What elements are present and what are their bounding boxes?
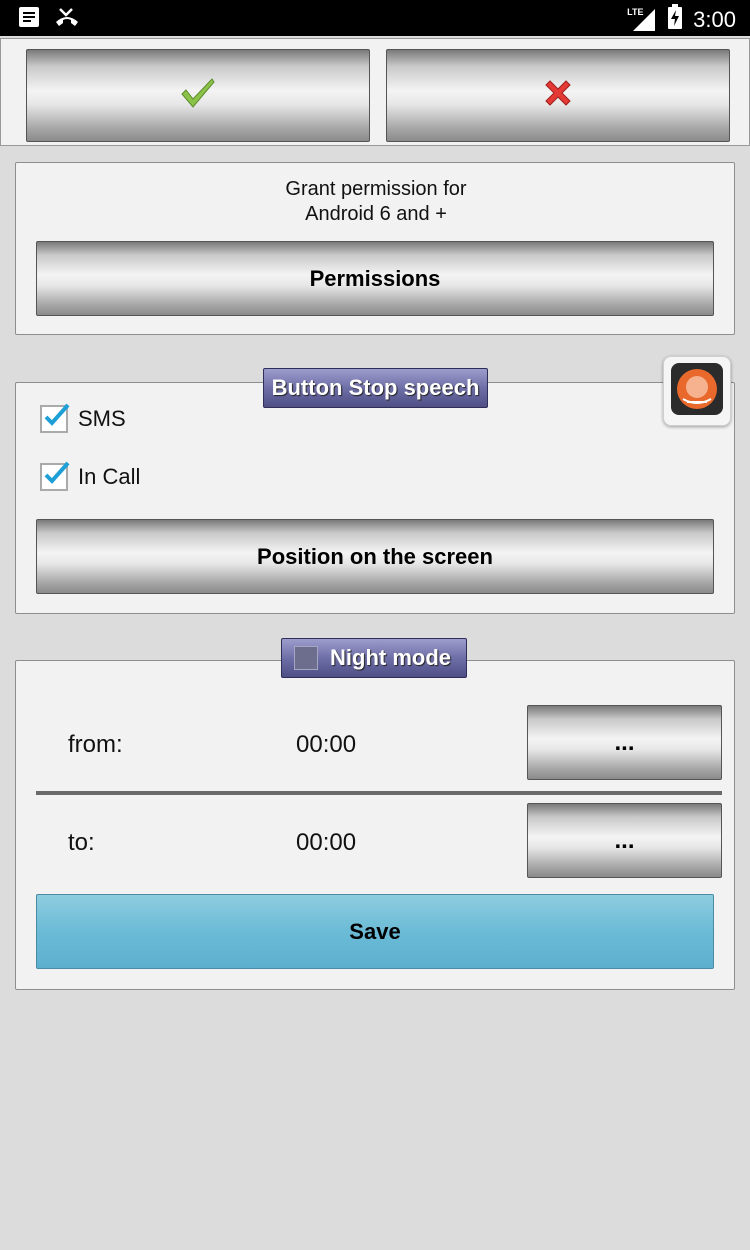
signal-icon: LTE <box>627 7 657 33</box>
network-type-label: LTE <box>627 6 644 17</box>
position-on-screen-button[interactable]: Position on the screen <box>36 519 714 594</box>
night-mode-label: Night mode <box>330 645 451 670</box>
action-bar <box>0 38 750 146</box>
to-time-value: 00:00 <box>296 829 357 856</box>
to-label: to: <box>68 829 95 856</box>
permissions-panel: Grant permission for Android 6 and + Per… <box>15 162 735 335</box>
night-mode-checkbox[interactable] <box>294 646 318 670</box>
in-call-checkbox-row[interactable]: In Call <box>40 461 141 491</box>
stop-speech-legend: Button Stop speech <box>263 368 488 408</box>
missed-call-icon <box>54 6 80 33</box>
cancel-button[interactable] <box>386 49 730 142</box>
divider <box>36 791 722 795</box>
stop-speech-floating-button[interactable] <box>663 356 731 426</box>
from-time-value: 00:00 <box>296 731 357 758</box>
from-label: from: <box>68 731 123 758</box>
grant-permission-text: Grant permission for Android 6 and + <box>16 177 736 227</box>
checkmark-icon <box>44 403 70 426</box>
grant-text-line2: Android 6 and + <box>305 203 447 225</box>
sms-checkbox[interactable] <box>40 403 70 433</box>
permissions-button[interactable]: Permissions <box>36 241 714 316</box>
stop-speech-panel: SMS In Call Position on the screen <box>15 382 735 614</box>
confirm-button[interactable] <box>26 49 370 142</box>
x-icon <box>542 77 574 115</box>
grant-text-line1: Grant permission for <box>285 178 467 200</box>
battery-charging-icon <box>667 4 683 35</box>
checkmark-icon <box>44 461 70 484</box>
sms-checkbox-row[interactable]: SMS <box>40 403 126 433</box>
checkmark-icon <box>180 77 216 115</box>
status-bar: LTE 3:00 <box>0 0 750 36</box>
night-mode-panel: from: 00:00 ... to: 00:00 ... Save <box>15 660 735 990</box>
status-bar-right: LTE 3:00 <box>627 4 736 35</box>
notification-icon <box>18 6 40 33</box>
in-call-label: In Call <box>78 464 141 489</box>
clock: 3:00 <box>693 6 736 32</box>
pick-from-time-button[interactable]: ... <box>527 705 722 780</box>
save-button[interactable]: Save <box>36 894 714 969</box>
status-bar-left <box>18 6 80 33</box>
pick-to-time-button[interactable]: ... <box>527 803 722 878</box>
speech-bubble-icon <box>669 361 725 422</box>
in-call-checkbox[interactable] <box>40 461 70 491</box>
sms-label: SMS <box>78 406 126 431</box>
night-mode-legend[interactable]: Night mode <box>281 638 467 678</box>
